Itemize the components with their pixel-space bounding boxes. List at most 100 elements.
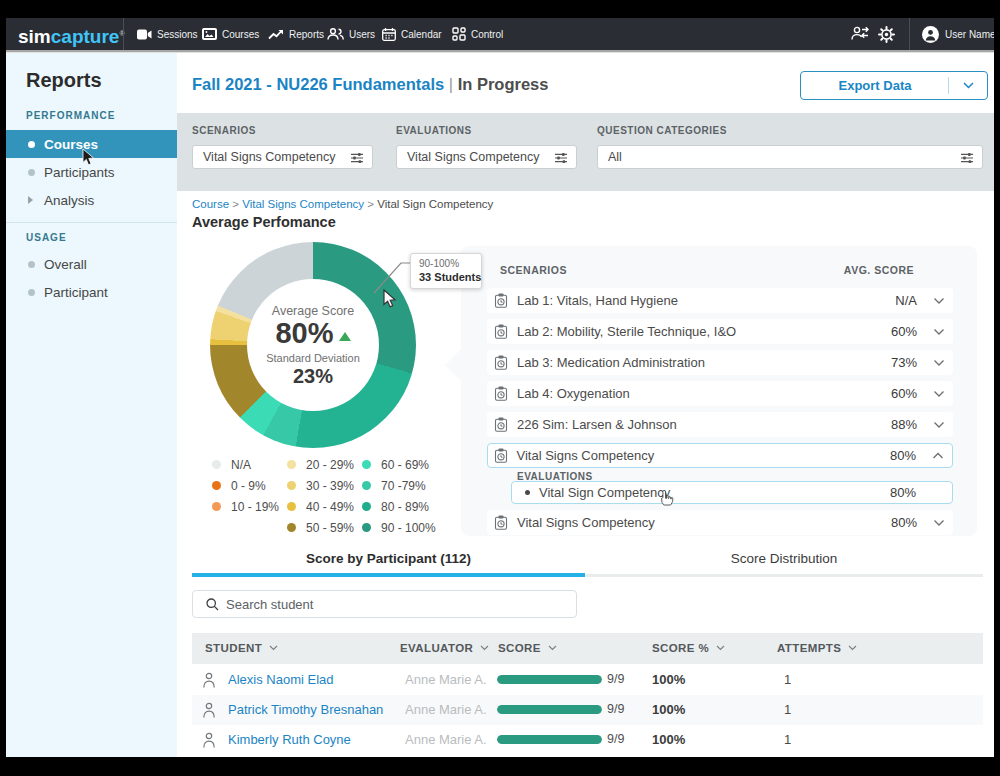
app-window: simcapture® Sessions Courses Reports Use… — [6, 18, 994, 757]
score-percent: 100% — [652, 732, 685, 747]
top-nav: simcapture® Sessions Courses Reports Use… — [6, 18, 994, 50]
person-icon — [202, 732, 216, 748]
sidebar-heading-performance: PERFORMANCE — [26, 110, 115, 121]
clipboard-icon — [494, 417, 508, 432]
chevron-down-icon[interactable] — [933, 519, 945, 527]
legend-dot — [362, 460, 371, 469]
search-student-box[interactable] — [192, 590, 577, 618]
nav-item-courses[interactable]: Courses — [202, 18, 259, 50]
nav-divider — [123, 18, 124, 50]
evaluation-row-vital-sign-competency[interactable]: Vital Sign Competency 80% — [511, 481, 953, 504]
legend-dot — [287, 502, 296, 511]
bullet-icon — [28, 169, 35, 176]
scenario-row-lab1[interactable]: Lab 1: Vitals, Hand Hygiene N/A — [487, 288, 953, 313]
nav-item-reports[interactable]: Reports — [268, 18, 324, 50]
column-header-evaluator[interactable]: EVALUATOR — [400, 642, 489, 654]
scenario-row-vital-signs-expanded[interactable]: Vital Signs Competency 80% — [487, 443, 953, 468]
chevron-down-icon[interactable] — [933, 297, 945, 305]
score-percent: 100% — [652, 702, 685, 717]
tab-score-distribution[interactable]: Score Distribution — [585, 551, 983, 573]
person-icon — [202, 702, 216, 718]
course-title-link[interactable]: Fall 2021 - NU226 Fundamentals — [192, 75, 444, 93]
legend-dot — [287, 481, 296, 490]
sidebar: Reports PERFORMANCE Courses Participants… — [6, 53, 177, 757]
mouse-cursor-hand — [658, 490, 674, 506]
scenario-row-lab4[interactable]: Lab 4: Oxygenation 60% — [487, 381, 953, 406]
section-title: Average Perfomance — [192, 214, 336, 230]
column-header-student[interactable]: STUDENT — [205, 642, 278, 654]
evaluator-name: Anne Marie A. — [405, 702, 487, 717]
scenarios-filter-select[interactable]: Vital Signs Competency — [192, 145, 373, 169]
legend-dot — [212, 502, 221, 511]
score-fraction: 9/9 — [607, 702, 624, 716]
chevron-down-icon[interactable] — [963, 82, 974, 89]
score-fraction: 9/9 — [607, 672, 624, 686]
simcapture-logo[interactable]: simcapture® — [18, 18, 125, 50]
column-header-score[interactable]: SCORE — [498, 642, 557, 654]
tab-score-by-participant[interactable]: Score by Participant (112) — [192, 551, 585, 573]
attempts-count: 1 — [784, 732, 791, 747]
sidebar-item-overall[interactable]: Overall — [6, 250, 177, 278]
scenario-row-226sim[interactable]: 226 Sim: Larsen & Johnson 88% — [487, 412, 953, 437]
filter-bar: SCENARIOS EVALUATIONS QUESTION CATEGORIE… — [177, 113, 994, 191]
question-categories-filter-select[interactable]: All — [597, 145, 983, 169]
chevron-down-icon[interactable] — [933, 421, 945, 429]
column-header-attempts[interactable]: ATTEMPTS — [777, 642, 857, 654]
student-name-link[interactable]: Alexis Naomi Elad — [228, 672, 334, 687]
search-student-input[interactable] — [226, 592, 556, 616]
legend-item: 40 - 49% — [287, 502, 354, 511]
main-content: Fall 2021 - NU226 Fundamentals | In Prog… — [177, 53, 994, 757]
export-data-button[interactable]: Export Data — [800, 71, 988, 100]
page-title: Fall 2021 - NU226 Fundamentals | In Prog… — [192, 75, 548, 94]
active-tab-underline — [192, 573, 585, 577]
student-name-link[interactable]: Kimberly Ruth Coyne — [228, 732, 351, 747]
average-score-value: 80% — [275, 318, 350, 348]
user-switch-icon[interactable] — [851, 26, 869, 41]
evaluations-filter-select[interactable]: Vital Signs Competency — [396, 145, 577, 169]
scenario-row-lab2[interactable]: Lab 2: Mobility, Sterile Technique, I&O … — [487, 319, 953, 344]
nav-item-users[interactable]: Users — [327, 18, 375, 50]
donut-tooltip: 90-100% 33 Students — [410, 253, 482, 289]
gear-icon[interactable] — [878, 26, 895, 43]
image-icon — [202, 28, 217, 40]
legend-item: 50 - 59% — [287, 523, 354, 532]
nav-item-calendar[interactable]: Calendar — [382, 18, 442, 50]
legend-dot — [212, 481, 221, 490]
breadcrumb-scenario[interactable]: Vital Signs Competency — [242, 198, 364, 210]
mouse-cursor-arrow-sidebar — [82, 148, 95, 167]
table-row[interactable]: Patrick Timothy Bresnahan Anne Marie A. … — [192, 695, 983, 725]
table-row[interactable]: Alexis Naomi Elad Anne Marie A. 9/9 100%… — [192, 665, 983, 695]
scenario-row-vital-signs-2[interactable]: Vital Signs Competency 80% — [487, 510, 953, 535]
sidebar-divider — [6, 222, 177, 223]
clipboard-icon — [494, 386, 508, 401]
legend-item: 20 - 29% — [287, 460, 354, 469]
sidebar-item-analysis[interactable]: Analysis — [6, 186, 177, 214]
std-deviation-label: Standard Deviation — [266, 352, 360, 364]
course-status: In Progress — [458, 75, 549, 93]
score-percent: 100% — [652, 672, 685, 687]
avatar-icon — [922, 26, 939, 43]
trend-line-icon — [268, 29, 284, 40]
student-name-link[interactable]: Patrick Timothy Bresnahan — [228, 702, 383, 717]
chevron-down-icon[interactable] — [933, 390, 945, 398]
sidebar-item-participant[interactable]: Participant — [6, 278, 177, 306]
column-header-score-pct[interactable]: SCORE % — [652, 642, 725, 654]
nav-item-sessions[interactable]: Sessions — [137, 18, 198, 50]
nav-item-control[interactable]: Control — [452, 18, 503, 50]
user-menu[interactable]: User Name — [922, 18, 994, 50]
average-score-label: Average Score — [272, 304, 354, 318]
attempts-count: 1 — [784, 672, 791, 687]
chevron-up-icon[interactable] — [932, 452, 944, 460]
table-row[interactable]: Kimberly Ruth Coyne Anne Marie A. 9/9 10… — [192, 725, 983, 755]
filter-sliders-icon — [350, 151, 364, 165]
legend-column-3: 60 - 69% 70 -79% 80 - 89% 90 - 100% — [362, 460, 436, 532]
clipboard-icon — [494, 324, 508, 339]
legend-item: 70 -79% — [362, 481, 436, 490]
score-bar — [497, 705, 602, 714]
breadcrumb-current: Vital Sign Competency — [377, 198, 493, 210]
chevron-down-icon[interactable] — [933, 359, 945, 367]
breadcrumb-course[interactable]: Course — [192, 198, 229, 210]
scenario-row-lab3[interactable]: Lab 3: Medication Administration 73% — [487, 350, 953, 375]
chevron-down-icon[interactable] — [933, 328, 945, 336]
grid-icon — [452, 27, 466, 41]
